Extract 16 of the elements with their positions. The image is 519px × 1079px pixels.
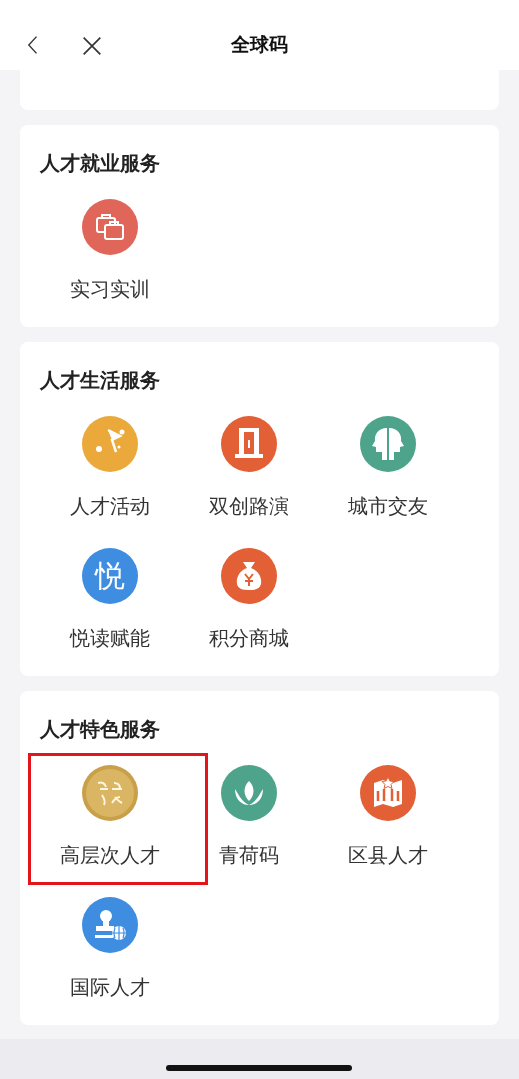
service-item[interactable]: 高层次人才 — [40, 755, 179, 887]
service-item[interactable]: 国际人才 — [40, 887, 179, 1019]
glyph-icon: 悦 — [81, 548, 138, 604]
close-icon[interactable] — [82, 36, 102, 56]
page-title: 全球码 — [231, 32, 288, 57]
service-item[interactable]: 悦 悦读赋能 — [40, 538, 179, 670]
section-title: 人才生活服务 — [40, 368, 161, 392]
service-item[interactable]: 实习实训 — [40, 189, 179, 321]
service-item[interactable]: 人才活动 — [40, 406, 179, 538]
service-item[interactable]: 积分商城 — [179, 538, 318, 670]
service-item[interactable]: 区县人才 — [318, 755, 457, 887]
section-title: 人才就业服务 — [40, 151, 161, 175]
service-item[interactable]: 双创路演 — [179, 406, 318, 538]
service-item[interactable]: 城市交友 — [318, 406, 457, 538]
service-item[interactable]: 青荷码 — [179, 755, 318, 887]
section-title: 人才特色服务 — [40, 717, 161, 741]
